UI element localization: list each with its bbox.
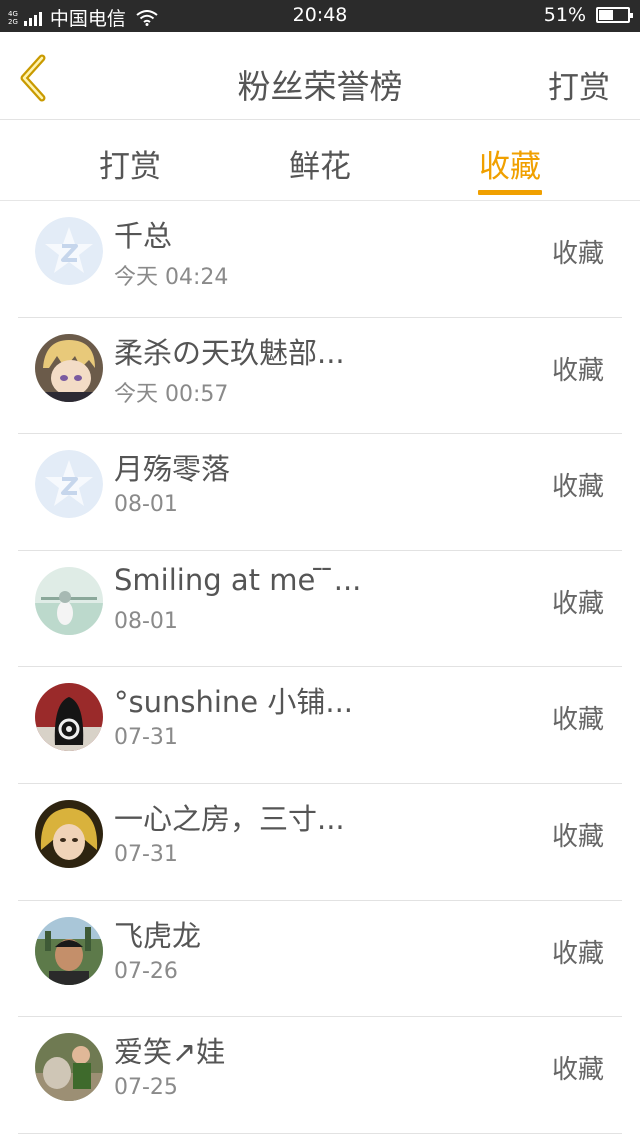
default-avatar-icon <box>35 217 103 285</box>
list-item[interactable]: 千总 今天 04:24 收藏 <box>18 201 622 318</box>
avatar <box>35 333 103 402</box>
fan-action: 收藏 <box>551 1055 604 1086</box>
fan-name: 月殇零落 <box>114 452 231 487</box>
fan-list: 千总 今天 04:24 收藏 柔杀の天玖魅部... 今天 00:57 收藏 月殇… <box>18 201 622 1134</box>
tip-button[interactable]: 打赏 <box>548 62 610 107</box>
page-title: 粉丝荣誉榜 <box>237 67 403 106</box>
list-item[interactable]: 月殇零落 08-01 收藏 <box>18 434 622 551</box>
fan-action: 收藏 <box>551 938 604 969</box>
status-bar: 4G 2G 中国电信 20:48 51% <box>0 0 640 32</box>
fan-action: 收藏 <box>551 239 604 269</box>
fan-name: 一心之房，三寸... <box>114 801 345 836</box>
avatar <box>35 1033 103 1102</box>
fan-date: 今天 00:57 <box>114 381 229 407</box>
battery-percent: 51% <box>543 4 586 26</box>
fan-date: 今天 04:24 <box>114 265 229 290</box>
battery-icon <box>596 7 633 23</box>
tab-tip[interactable]: 打赏 <box>60 141 200 186</box>
fan-name: °sunshine 小铺... <box>114 685 354 720</box>
list-item[interactable]: Smiling at me ̄ ̄... 08-01 收藏 <box>18 551 622 668</box>
fan-action: 收藏 <box>551 705 604 736</box>
list-item[interactable]: °sunshine 小铺... 07-31 收藏 <box>18 667 622 784</box>
active-tab-indicator <box>478 190 542 195</box>
tab-bar: 打赏 鲜花 收藏 <box>0 121 640 201</box>
fan-date: 08-01 <box>114 608 178 634</box>
fan-name: 爱笑↗娃 <box>114 1035 226 1070</box>
avatar <box>35 566 103 635</box>
avatar <box>35 683 103 752</box>
fan-date: 07-31 <box>114 725 178 751</box>
tab-favorites[interactable]: 收藏 <box>440 141 580 186</box>
list-item[interactable]: 爱笑↗娃 07-25 收藏 <box>18 1017 622 1134</box>
tab-flowers[interactable]: 鲜花 <box>250 141 390 186</box>
fan-date: 07-25 <box>114 1075 178 1101</box>
fan-action: 收藏 <box>551 355 604 386</box>
fan-action: 收藏 <box>551 821 604 852</box>
avatar <box>35 916 103 985</box>
fan-action: 收藏 <box>551 472 604 503</box>
list-item[interactable]: 柔杀の天玖魅部... 今天 00:57 收藏 <box>18 318 622 435</box>
list-item[interactable]: 飞虎龙 07-26 收藏 <box>18 901 622 1018</box>
fan-name: Smiling at me ̄ ̄... <box>114 562 362 597</box>
list-item[interactable]: 一心之房，三寸... 07-31 收藏 <box>18 784 622 901</box>
fan-name: 飞虎龙 <box>114 918 202 953</box>
fan-date: 08-01 <box>114 492 178 518</box>
avatar <box>35 799 103 868</box>
nav-bar: 粉丝荣誉榜 打赏 <box>0 32 640 120</box>
fan-date: 07-31 <box>114 841 178 867</box>
fan-date: 07-26 <box>114 958 178 984</box>
default-avatar-icon <box>35 450 103 519</box>
fan-name: 柔杀の天玖魅部... <box>114 335 345 370</box>
fan-name: 千总 <box>114 219 173 253</box>
fan-action: 收藏 <box>551 588 604 619</box>
